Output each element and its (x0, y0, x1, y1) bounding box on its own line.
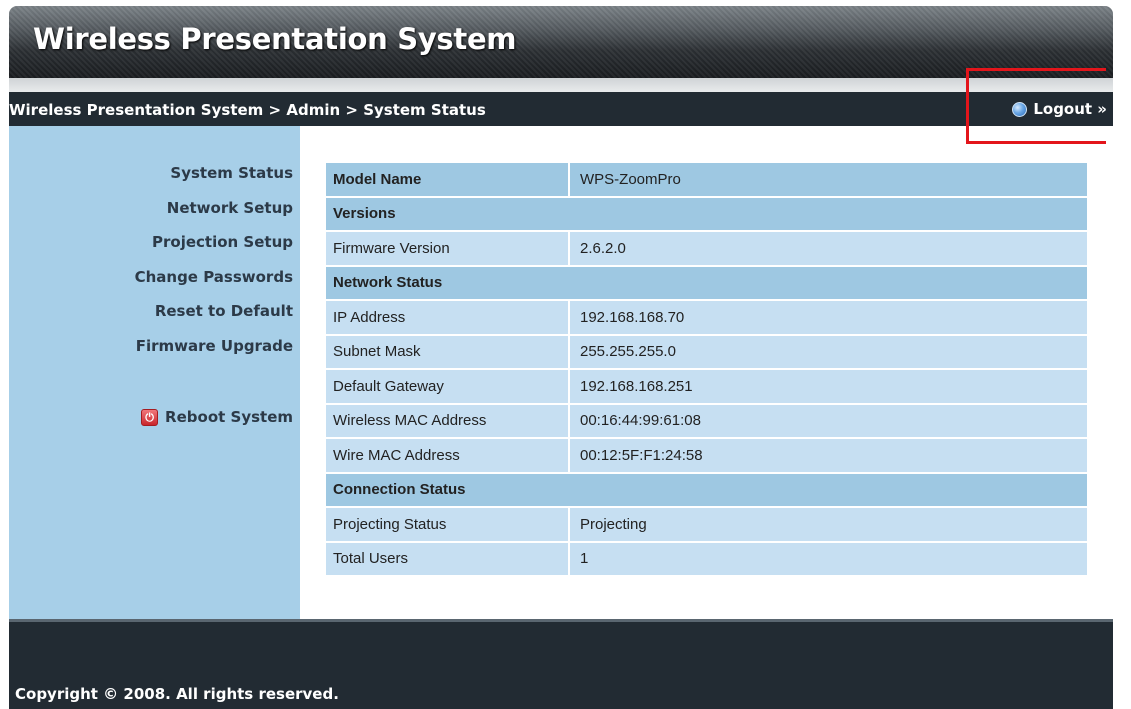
row-label: Wire MAC Address (326, 439, 570, 472)
breadcrumb-separator: > (268, 101, 282, 119)
row-value: 00:16:44:99:61:08 (570, 404, 1087, 437)
row-label: Firmware Version (326, 232, 570, 265)
section-header-connection: Connection Status (326, 473, 1087, 508)
table-row: Wire MAC Address 00:12:5F:F1:24:58 (326, 439, 1087, 474)
sidebar-item-projection-setup[interactable]: Projection Setup (135, 233, 293, 268)
table-row: Total Users 1 (326, 542, 1087, 577)
row-value: Projecting (570, 508, 1087, 541)
sidebar-nav: System Status Network Setup Projection S… (135, 164, 293, 371)
row-label: IP Address (326, 301, 570, 334)
breadcrumb-item-home[interactable]: Wireless Presentation System (9, 101, 263, 119)
table-row: Default Gateway 192.168.168.251 (326, 370, 1087, 405)
row-value: 255.255.255.0 (570, 335, 1087, 368)
highlight-annotation-box (966, 68, 1106, 144)
table-row: Wireless MAC Address 00:16:44:99:61:08 (326, 404, 1087, 439)
reboot-label: Reboot System (165, 408, 293, 426)
row-label: Default Gateway (326, 370, 570, 403)
section-header-network: Network Status (326, 266, 1087, 301)
row-value: 1 (570, 542, 1087, 575)
row-label: Model Name (326, 163, 570, 196)
sidebar-item-firmware-upgrade[interactable]: Firmware Upgrade (135, 337, 293, 372)
row-label: Total Users (326, 542, 570, 575)
footer: Copyright © 2008. All rights reserved. (9, 619, 1113, 709)
breadcrumb-bar: Wireless Presentation System > Admin > S… (9, 92, 1113, 126)
sidebar-item-change-passwords[interactable]: Change Passwords (135, 268, 293, 303)
reboot-system-button[interactable]: ⏻ Reboot System (141, 408, 293, 426)
sidebar-item-system-status[interactable]: System Status (135, 164, 293, 199)
section-label: Network Status (333, 274, 443, 292)
section-label: Connection Status (333, 481, 466, 499)
row-value: 192.168.168.70 (570, 301, 1087, 334)
row-value: WPS-ZoomPro (580, 170, 681, 188)
table-row: IP Address 192.168.168.70 (326, 301, 1087, 336)
row-label: Projecting Status (326, 508, 570, 541)
sidebar-item-reset-to-default[interactable]: Reset to Default (135, 302, 293, 337)
table-row-model: Model Name WPS-ZoomPro (326, 163, 1087, 198)
row-label: Wireless MAC Address (326, 404, 570, 437)
breadcrumb: Wireless Presentation System > Admin > S… (9, 101, 486, 119)
row-value: 192.168.168.251 (570, 370, 1087, 403)
row-value: 2.6.2.0 (570, 232, 1087, 265)
sidebar-item-network-setup[interactable]: Network Setup (135, 199, 293, 234)
copyright-text: Copyright © 2008. All rights reserved. (15, 685, 339, 703)
table-row: Firmware Version 2.6.2.0 (326, 232, 1087, 267)
header-divider (9, 78, 1113, 92)
row-value: 00:12:5F:F1:24:58 (570, 439, 1087, 472)
breadcrumb-item-admin[interactable]: Admin (286, 101, 340, 119)
breadcrumb-item-current: System Status (363, 101, 486, 119)
sidebar: System Status Network Setup Projection S… (9, 126, 300, 622)
table-row: Subnet Mask 255.255.255.0 (326, 335, 1087, 370)
main-content: System Status Network Setup Projection S… (9, 126, 1113, 622)
header-banner: Wireless Presentation System (9, 6, 1113, 78)
section-label: Versions (333, 205, 396, 223)
system-status-table: Model Name WPS-ZoomPro Versions Firmware… (326, 163, 1087, 577)
power-icon: ⏻ (141, 408, 159, 426)
row-label: Subnet Mask (326, 335, 570, 368)
app-title: Wireless Presentation System (33, 22, 517, 56)
table-row: Projecting Status Projecting (326, 508, 1087, 543)
section-header-versions: Versions (326, 197, 1087, 232)
app-frame: Wireless Presentation System Wireless Pr… (9, 6, 1113, 709)
breadcrumb-separator: > (345, 101, 358, 119)
